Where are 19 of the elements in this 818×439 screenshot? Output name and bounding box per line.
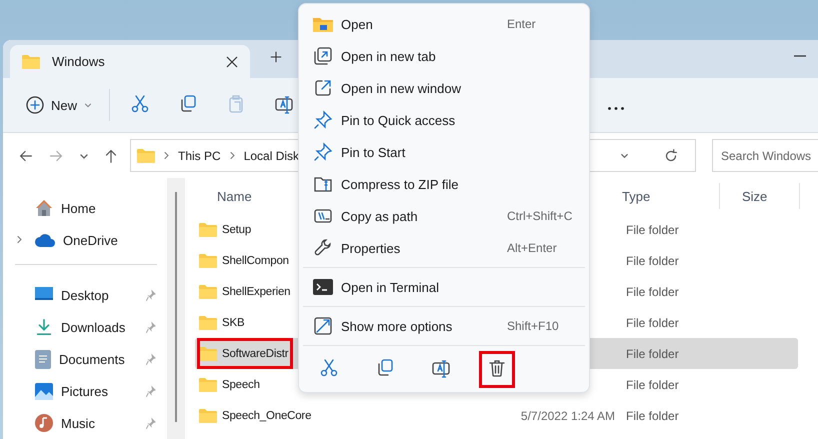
type-cell-text: File folder [625,222,680,236]
file-name: ShellCompon [222,254,289,266]
file-name: ShellExperien [222,286,290,298]
file-name: Speech_OneCore [222,410,312,422]
file-name: SKB [222,316,244,328]
shortcut-label: Ctrl+Shift+C [507,209,574,223]
type-cell-text: File folder [625,284,680,298]
type-cell-text: File folder [625,378,680,392]
shortcut-label: Alt+Enter [507,241,558,255]
type-cell-text: File folder [625,316,680,330]
shortcut-label: Shift+F10 [507,319,560,333]
file-name: Speech [222,378,260,390]
tab-title: Windows [52,54,106,69]
file-name: Setup [222,224,252,236]
file-name: SoftwareDistr [222,348,288,360]
type-cell-text: File folder [625,254,680,268]
type-cell-text: File folder [625,346,680,360]
shortcut-label: Enter [507,17,537,31]
date-cell: 5/7/2022 1:24 AM [520,408,615,422]
